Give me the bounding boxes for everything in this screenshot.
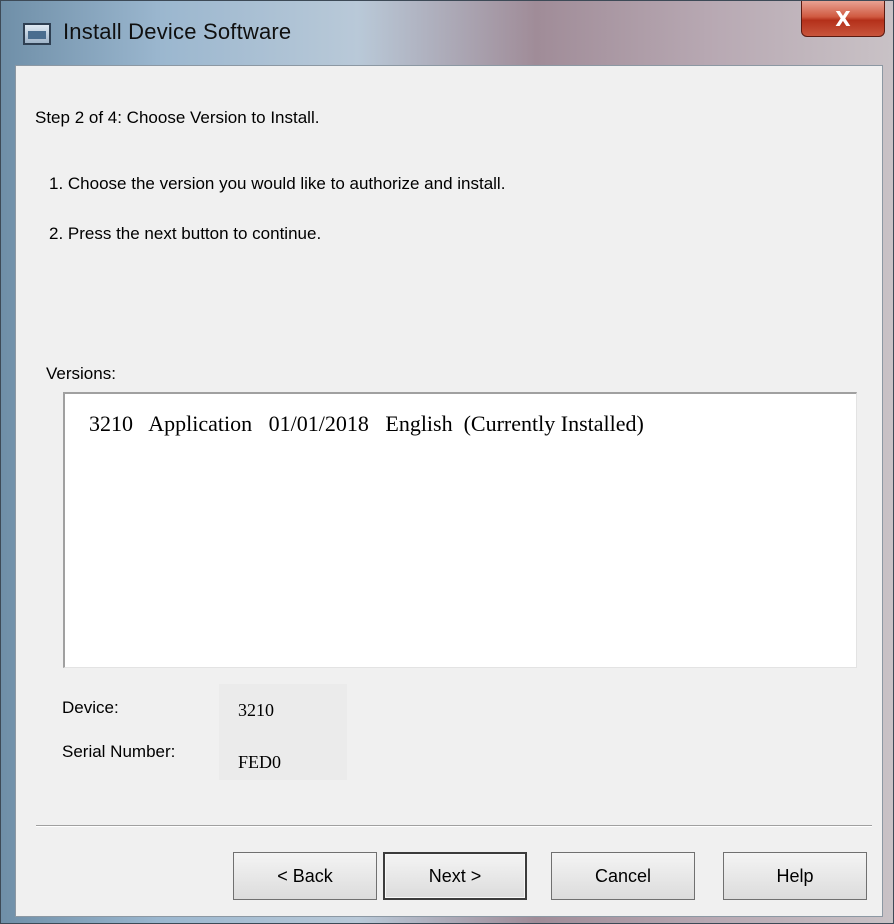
versions-listbox[interactable]: 3210 Application 01/01/2018 English (Cur… xyxy=(63,392,857,668)
window-app-icon xyxy=(23,23,51,45)
title-bar[interactable]: Install Device Software X xyxy=(1,1,893,65)
serial-number-label: Serial Number: xyxy=(62,742,176,761)
dialog-content: Step 2 of 4: Choose Version to Install. … xyxy=(15,65,883,917)
serial-number-value: FED0 xyxy=(238,752,282,772)
back-button[interactable]: < Back xyxy=(233,852,377,900)
separator-line xyxy=(36,825,872,827)
next-button[interactable]: Next > xyxy=(383,852,527,900)
version-list-item[interactable]: 3210 Application 01/01/2018 English (Cur… xyxy=(89,411,644,437)
help-button[interactable]: Help xyxy=(723,852,867,900)
close-icon: X xyxy=(835,6,851,31)
versions-label: Versions: xyxy=(46,364,116,383)
close-button[interactable]: X xyxy=(801,1,885,37)
instruction-2: 2. Press the next button to continue. xyxy=(49,224,322,243)
install-dialog-window: Install Device Software X Step 2 of 4: C… xyxy=(0,0,894,924)
instruction-1: 1. Choose the version you would like to … xyxy=(49,174,506,193)
device-value: 3210 xyxy=(238,700,274,720)
device-label: Device: xyxy=(62,698,119,717)
cancel-button[interactable]: Cancel xyxy=(551,852,695,900)
window-title: Install Device Software xyxy=(63,19,292,44)
step-heading: Step 2 of 4: Choose Version to Install. xyxy=(35,108,320,127)
